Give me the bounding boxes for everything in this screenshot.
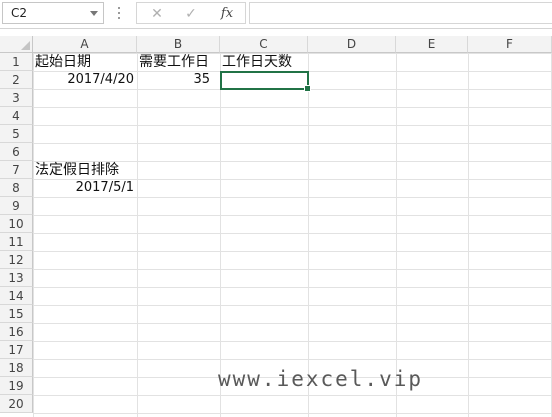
cell-area[interactable] [33, 53, 552, 417]
column-header-b[interactable]: B [137, 36, 220, 53]
row-header-16[interactable]: 16 [0, 323, 33, 341]
row-header-6[interactable]: 6 [0, 143, 33, 161]
cell-b2[interactable]: 35 [137, 71, 210, 89]
spreadsheet-grid: A B C D E F 1 2 3 4 5 6 7 8 9 10 11 12 1… [0, 36, 552, 417]
column-header-e[interactable]: E [396, 36, 468, 53]
enter-icon[interactable]: ✓ [179, 4, 203, 24]
row-header-17[interactable]: 17 [0, 341, 33, 359]
fill-handle[interactable] [304, 85, 311, 92]
column-header-d[interactable]: D [308, 36, 396, 53]
row-header-3[interactable]: 3 [0, 89, 33, 107]
cell-a1[interactable]: 起始日期 [33, 53, 137, 71]
row-header-14[interactable]: 14 [0, 287, 33, 305]
name-box[interactable]: C2 [2, 2, 104, 24]
row-header-1[interactable]: 1 [0, 53, 33, 71]
formula-bar: C2 ✕ ✓ fx [0, 0, 552, 29]
row-header-2[interactable]: 2 [0, 71, 33, 89]
cancel-icon[interactable]: ✕ [145, 4, 169, 24]
cell-c1[interactable]: 工作日天数 [220, 53, 308, 71]
cell-b1[interactable]: 需要工作日 [137, 53, 220, 71]
row-header-5[interactable]: 5 [0, 125, 33, 143]
row-header-4[interactable]: 4 [0, 107, 33, 125]
row-header-13[interactable]: 13 [0, 269, 33, 287]
column-header-c[interactable]: C [220, 36, 308, 53]
row-header-7[interactable]: 7 [0, 161, 33, 179]
insert-function-icon[interactable]: fx [215, 4, 239, 24]
row-header-11[interactable]: 11 [0, 233, 33, 251]
row-header-9[interactable]: 9 [0, 197, 33, 215]
row-header-8[interactable]: 8 [0, 179, 33, 197]
watermark: www.iexcel.vip [218, 367, 424, 391]
select-all-icon [21, 41, 30, 50]
select-all-button[interactable] [0, 36, 33, 53]
cell-a8[interactable]: 2017/5/1 [33, 179, 134, 197]
formula-input[interactable] [249, 2, 552, 24]
more-options-icon[interactable] [118, 7, 120, 21]
row-header-12[interactable]: 12 [0, 251, 33, 269]
name-box-value: C2 [11, 6, 28, 20]
row-header-10[interactable]: 10 [0, 215, 33, 233]
row-header-18[interactable]: 18 [0, 359, 33, 377]
row-header-19[interactable]: 19 [0, 377, 33, 395]
formula-buttons: ✕ ✓ fx [136, 2, 246, 24]
row-header-15[interactable]: 15 [0, 305, 33, 323]
selected-cell-c2[interactable] [220, 71, 311, 92]
cell-a7[interactable]: 法定假日排除 [33, 161, 137, 179]
chevron-down-icon[interactable] [90, 11, 98, 16]
column-header-a[interactable]: A [33, 36, 137, 53]
column-header-f[interactable]: F [468, 36, 552, 53]
row-header-20[interactable]: 20 [0, 395, 33, 413]
cell-a2[interactable]: 2017/4/20 [33, 71, 134, 89]
